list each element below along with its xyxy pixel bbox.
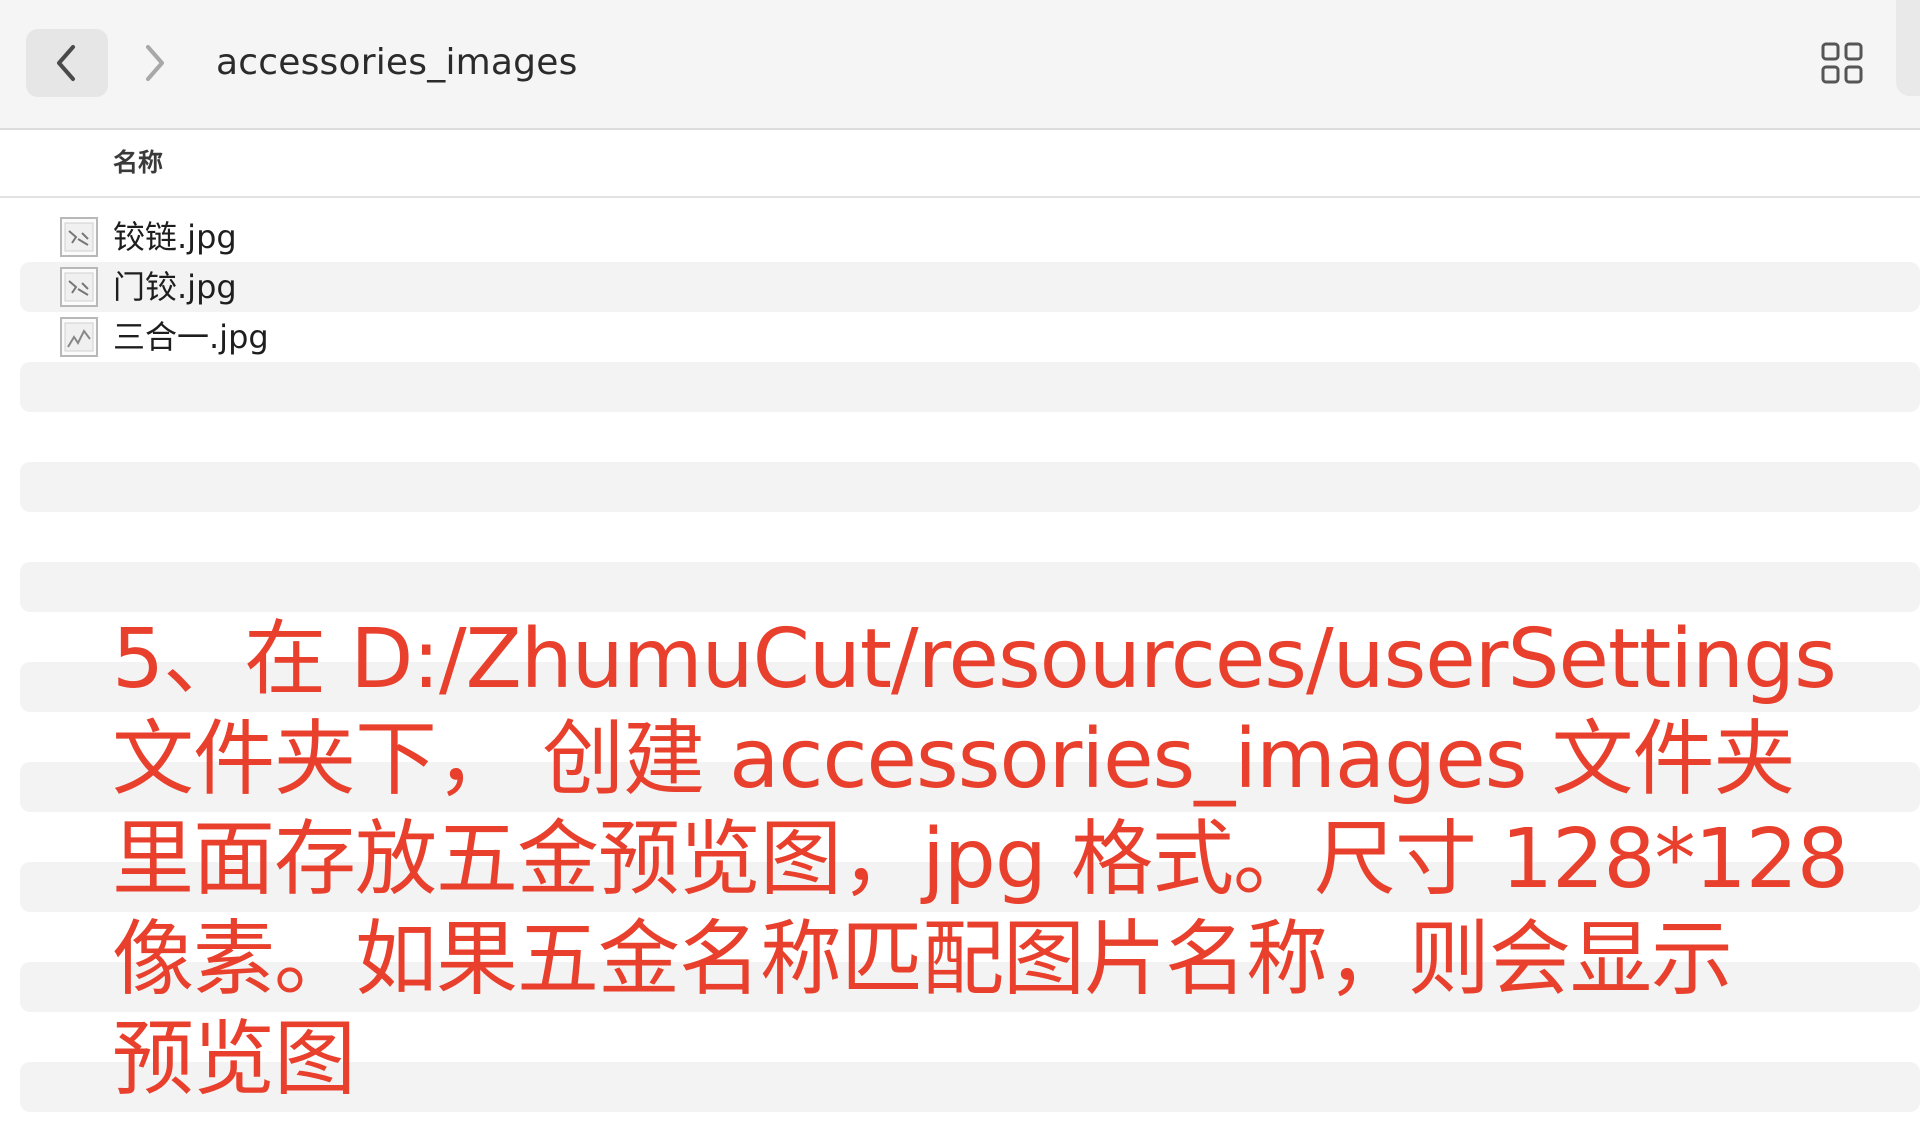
window-edge (1896, 0, 1920, 96)
chevron-right-icon (146, 45, 164, 81)
file-row[interactable]: 门铰.jpg (20, 262, 1920, 312)
finder-window: accessories_images 名称 铰链.jpg 门铰.jpg 三合一.… (0, 0, 1920, 1137)
empty-row (20, 562, 1920, 612)
empty-row (20, 512, 1920, 562)
grid-view-icon (1821, 42, 1863, 84)
file-name: 铰链.jpg (113, 218, 237, 256)
chevron-left-icon (57, 45, 75, 81)
back-button[interactable] (26, 29, 108, 97)
column-header-name[interactable]: 名称 (113, 130, 163, 196)
view-toggle-button[interactable] (1814, 38, 1870, 88)
annotation-line: 像素。如果五金名称匹配图片名称，则会显示 (112, 912, 1733, 1007)
empty-row (20, 462, 1920, 512)
column-header-row: 名称 (0, 130, 1920, 198)
file-name: 门铰.jpg (113, 268, 237, 306)
image-file-icon (60, 217, 98, 257)
file-row[interactable]: 铰链.jpg (20, 212, 1920, 262)
annotation-line: 里面存放五金预览图，jpg 格式。尺寸 128*128 (112, 812, 1849, 907)
annotation-line: 文件夹下， 创建 accessories_images 文件夹 (112, 712, 1795, 807)
file-name: 三合一.jpg (113, 318, 269, 356)
annotation-line: 预览图 (112, 1012, 356, 1107)
empty-row (20, 412, 1920, 462)
image-file-icon (60, 317, 98, 357)
annotation-line: 5、在 D:/ZhumuCut/resources/userSettings (112, 612, 1837, 707)
image-file-icon (60, 267, 98, 307)
window-title: accessories_images (216, 42, 578, 83)
annotation-overlay: 5、在 D:/ZhumuCut/resources/userSettings 文… (112, 610, 1892, 1110)
toolbar: accessories_images (0, 0, 1920, 130)
empty-row (20, 362, 1920, 412)
forward-button[interactable] (128, 29, 180, 97)
file-row[interactable]: 三合一.jpg (20, 312, 1920, 362)
